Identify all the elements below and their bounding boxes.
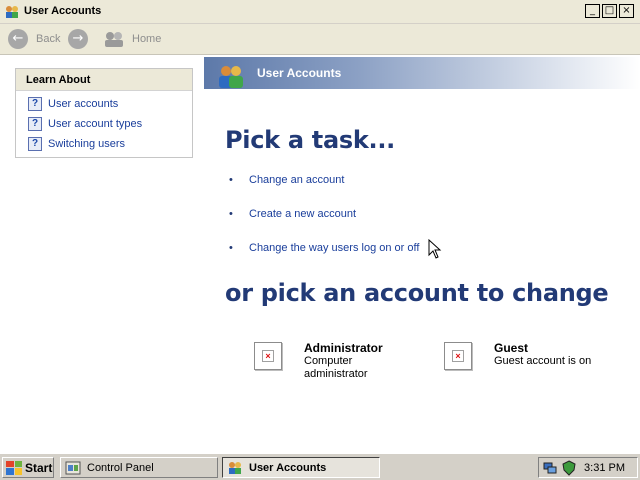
windows-logo-icon [6, 460, 22, 475]
header-banner: User Accounts [204, 57, 640, 89]
forward-arrow-icon: → [68, 29, 88, 49]
user-accounts-window: User Accounts _ □ × ← Back → Home Learn … [0, 0, 640, 452]
help-icon: ? [28, 117, 42, 131]
taskbar-button-label: User Accounts [249, 461, 327, 474]
taskbar-button-label: Control Panel [87, 461, 154, 474]
account-desc-administrator: Computer administrator [304, 355, 368, 381]
task-create-account[interactable]: • Create a new account [229, 208, 356, 220]
window-title: User Accounts [24, 5, 102, 17]
home-button[interactable]: Home [102, 28, 161, 50]
user-accounts-icon [219, 66, 243, 88]
learn-about-panel: Learn About ? User accounts ? User accou… [15, 68, 193, 158]
account-desc-line: Computer [304, 355, 353, 367]
task-label: Create a new account [249, 208, 357, 220]
learn-item-user-accounts[interactable]: ? User accounts [16, 94, 192, 114]
start-button[interactable]: Start [2, 457, 54, 478]
learn-item-user-account-types[interactable]: ? User account types [16, 114, 192, 134]
navigation-bar: ← Back → Home [0, 24, 640, 55]
task-change-account[interactable]: • Change an account [229, 174, 344, 186]
minimize-button[interactable]: _ [585, 4, 600, 18]
security-icon[interactable] [561, 459, 577, 476]
back-arrow-icon: ← [8, 29, 28, 49]
window-controls: _ □ × [585, 4, 634, 18]
user-accounts-icon [229, 461, 241, 474]
taskbar: Start Control Panel User Accounts 3:31 P… [0, 453, 640, 480]
banner-title: User Accounts [257, 66, 342, 80]
system-tray: 3:31 PM [538, 457, 638, 478]
start-label: Start [25, 460, 53, 475]
bullet-icon: • [229, 174, 233, 186]
pick-account-heading: or pick an account to change [225, 279, 609, 307]
learn-item-label: Switching users [48, 138, 126, 150]
guest-picture[interactable]: × [444, 342, 472, 370]
bullet-icon: • [229, 208, 233, 220]
account-desc-line: administrator [304, 368, 368, 380]
learn-item-switching-users[interactable]: ? Switching users [16, 134, 192, 154]
learn-item-label: User accounts [48, 98, 119, 110]
close-button[interactable]: × [619, 4, 634, 18]
learn-item-label: User account types [48, 118, 143, 130]
back-label: Back [36, 33, 61, 45]
bullet-icon: • [229, 242, 233, 254]
task-label: Change an account [249, 174, 345, 186]
home-icon [105, 32, 123, 47]
home-label: Home [132, 33, 162, 45]
learn-about-heading: Learn About [16, 69, 192, 91]
help-icon: ? [28, 137, 42, 151]
user-accounts-icon [6, 6, 18, 18]
account-name-guest[interactable]: Guest [494, 341, 528, 355]
task-label: Change the way users log on or off [249, 242, 420, 254]
broken-image-icon: × [452, 350, 464, 362]
title-bar[interactable]: User Accounts _ □ × [0, 0, 640, 24]
control-panel-icon [65, 461, 81, 474]
taskbar-clock[interactable]: 3:31 PM [584, 462, 625, 474]
taskbar-button-user-accounts[interactable]: User Accounts [222, 457, 380, 478]
broken-image-icon: × [262, 350, 274, 362]
administrator-picture[interactable]: × [254, 342, 282, 370]
help-icon: ? [28, 97, 42, 111]
account-desc-line: Guest account is on [494, 355, 592, 367]
task-change-logon[interactable]: • Change the way users log on or off [229, 242, 419, 254]
network-icon[interactable] [542, 460, 558, 476]
forward-button[interactable]: → [68, 28, 96, 50]
account-desc-guest: Guest account is on [494, 355, 591, 368]
pick-task-heading: Pick a task... [225, 126, 395, 154]
back-button[interactable]: ← Back [8, 28, 60, 50]
maximize-button[interactable]: □ [602, 4, 617, 18]
mouse-cursor-icon [428, 239, 442, 259]
taskbar-button-control-panel[interactable]: Control Panel [60, 457, 218, 478]
account-name-administrator[interactable]: Administrator [304, 341, 383, 355]
